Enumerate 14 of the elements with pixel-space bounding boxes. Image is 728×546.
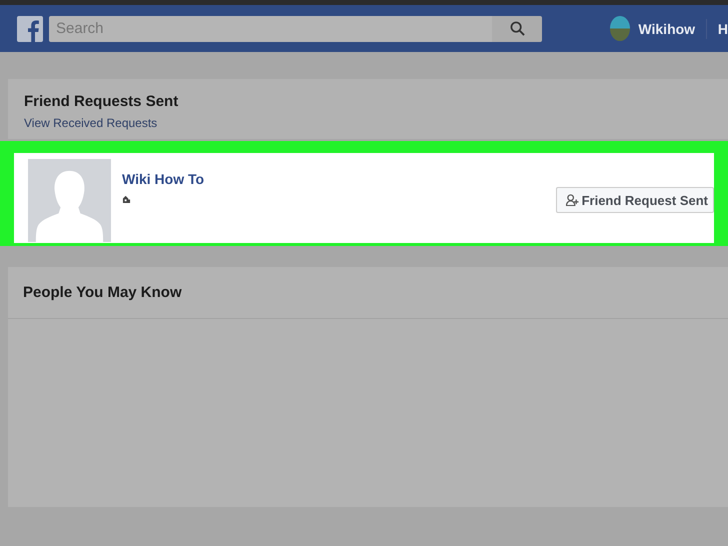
search-button[interactable] [492, 16, 542, 42]
building-icon [122, 195, 131, 203]
section-title: Friend Requests Sent [24, 93, 180, 110]
profile-avatar[interactable] [610, 16, 630, 41]
logo-icon[interactable] [17, 16, 43, 42]
person-name[interactable]: Wiki How To [122, 171, 204, 187]
view-received-link[interactable]: View Received Requests [24, 116, 158, 130]
search-icon [510, 21, 524, 36]
nav-link[interactable]: H [718, 20, 728, 36]
friend-request-sent-button[interactable]: Friend Request Sent [556, 187, 714, 213]
person-add-icon [566, 194, 579, 206]
search-field[interactable]: Search [49, 16, 492, 42]
profile-name[interactable]: Wikihow [638, 20, 696, 36]
section-title: People You May Know [22, 284, 183, 301]
